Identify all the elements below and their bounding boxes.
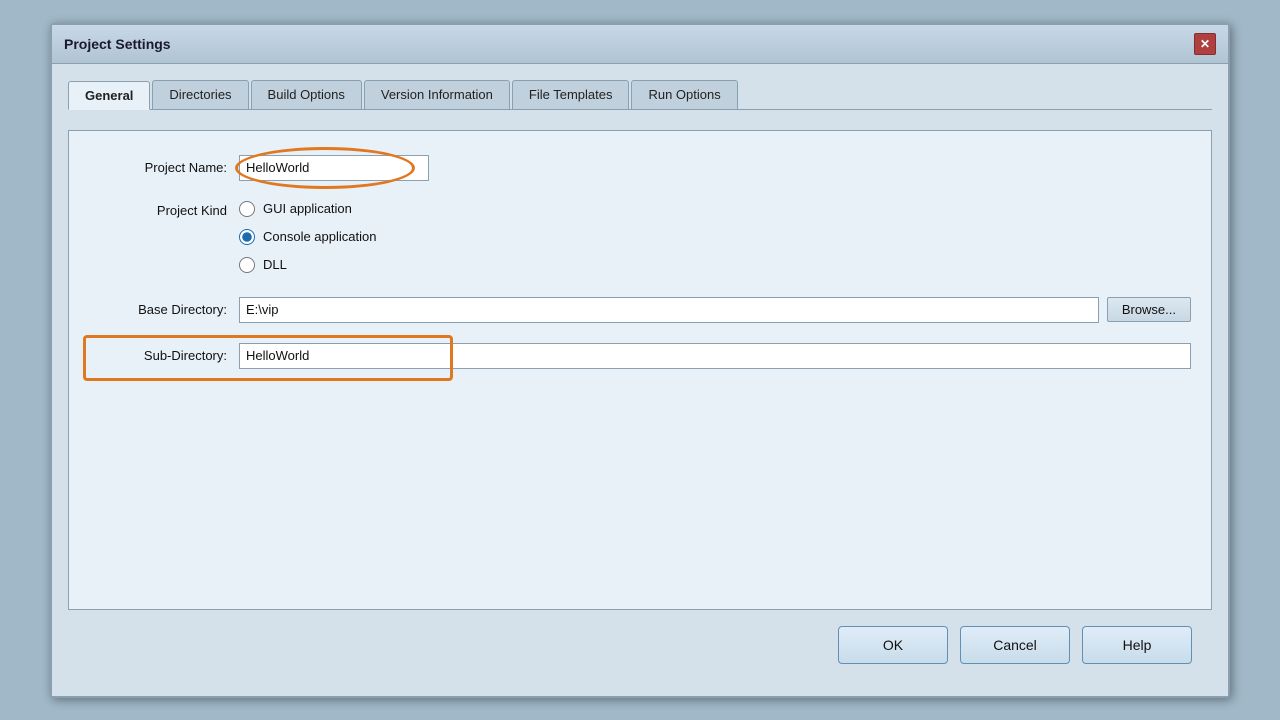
close-button[interactable]: ✕ <box>1194 33 1216 55</box>
project-name-label: Project Name: <box>89 160 239 175</box>
tab-build-options[interactable]: Build Options <box>251 80 362 109</box>
sub-directory-label: Sub-Directory: <box>89 348 239 363</box>
title-bar: Project Settings ✕ <box>52 25 1228 64</box>
radio-gui-input[interactable] <box>239 201 255 217</box>
project-name-row: Project Name: <box>89 155 1191 181</box>
radio-console[interactable]: Console application <box>239 229 376 245</box>
project-name-input[interactable] <box>239 155 429 181</box>
project-settings-window: Project Settings ✕ General Directories B… <box>50 23 1230 698</box>
tab-bar: General Directories Build Options Versio… <box>68 80 1212 110</box>
project-name-wrapper <box>239 155 1191 181</box>
base-directory-row: Base Directory: Browse... <box>89 297 1191 323</box>
project-kind-label: Project Kind <box>89 201 239 218</box>
window-body: General Directories Build Options Versio… <box>52 64 1228 696</box>
help-button[interactable]: Help <box>1082 626 1192 664</box>
tab-run-options[interactable]: Run Options <box>631 80 737 109</box>
tab-version-information[interactable]: Version Information <box>364 80 510 109</box>
browse-button[interactable]: Browse... <box>1107 297 1191 322</box>
cancel-button[interactable]: Cancel <box>960 626 1070 664</box>
base-directory-input[interactable] <box>239 297 1099 323</box>
radio-dll-input[interactable] <box>239 257 255 273</box>
radio-console-label: Console application <box>263 229 376 244</box>
window-title: Project Settings <box>64 36 171 52</box>
tab-file-templates[interactable]: File Templates <box>512 80 630 109</box>
radio-dll[interactable]: DLL <box>239 257 376 273</box>
tab-directories[interactable]: Directories <box>152 80 248 109</box>
tab-content: Project Name: Project Kind GUI applicati… <box>68 130 1212 610</box>
radio-gui-label: GUI application <box>263 201 352 216</box>
base-directory-label: Base Directory: <box>89 302 239 317</box>
footer: OK Cancel Help <box>68 610 1212 680</box>
radio-console-input[interactable] <box>239 229 255 245</box>
sub-directory-input[interactable] <box>239 343 1191 369</box>
ok-button[interactable]: OK <box>838 626 948 664</box>
sub-directory-row: Sub-Directory: <box>89 343 1191 369</box>
tab-general[interactable]: General <box>68 81 150 110</box>
radio-dll-label: DLL <box>263 257 287 272</box>
project-kind-options: GUI application Console application DLL <box>239 201 376 273</box>
radio-gui[interactable]: GUI application <box>239 201 376 217</box>
project-kind-row: Project Kind GUI application Console app… <box>89 201 1191 273</box>
